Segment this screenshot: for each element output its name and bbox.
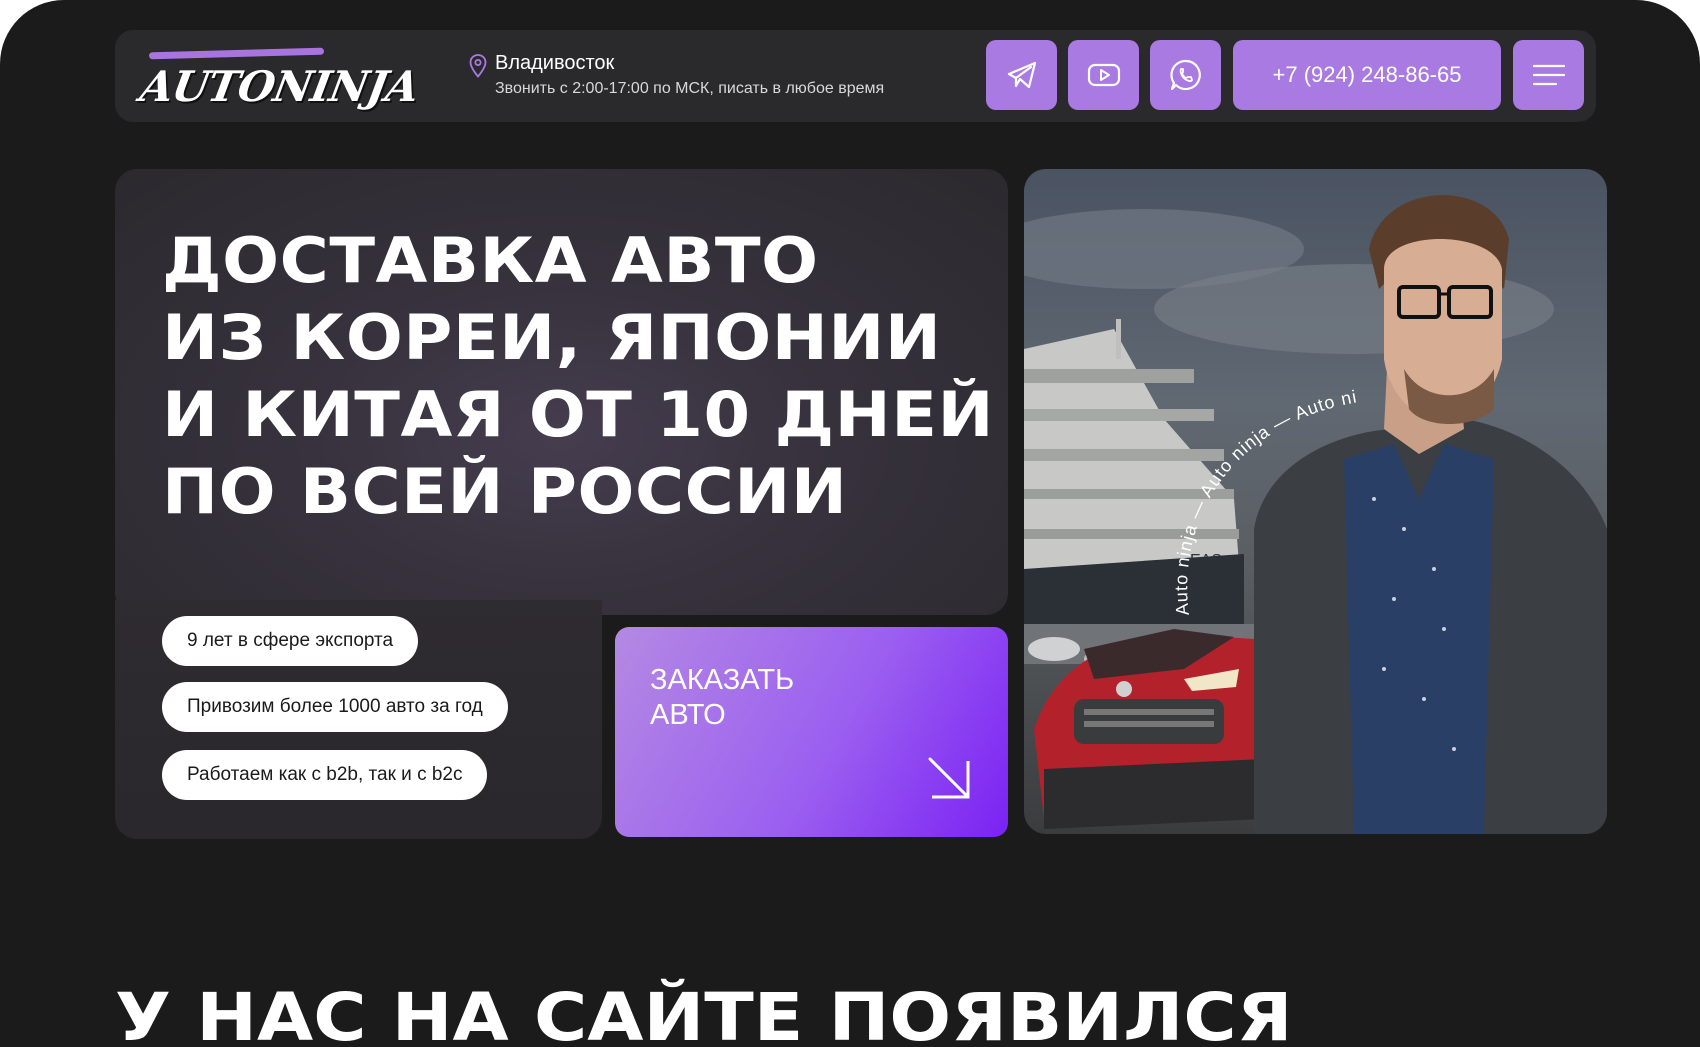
working-hours: Звонить с 2:00-17:00 по МСК, писать в лю… [495, 80, 885, 97]
page: AUTONINJA Владивосток Звонить с 2:00-17:… [0, 0, 1700, 1047]
hero-title-line: ДОСТАВКА АВТО [162, 224, 819, 297]
hero-photo-illustration: EAS [1024, 195, 1607, 834]
order-car-label: ЗАКАЗАТЬ АВТО [650, 663, 850, 733]
city-name: Владивосток [495, 52, 615, 74]
ship-image: EAS [1024, 319, 1244, 649]
youtube-button[interactable] [1068, 40, 1139, 110]
whatsapp-icon [1169, 59, 1201, 91]
hero-title-line: ИЗ КОРЕИ, ЯПОНИИ [162, 301, 942, 374]
menu-icon [1532, 64, 1565, 86]
feature-badge: Работаем как с b2b, так и с b2c [162, 750, 488, 800]
feature-badge: Привозим более 1000 авто за год [162, 682, 508, 732]
logo[interactable]: AUTONINJA [135, 40, 422, 116]
order-label-line: ЗАКАЗАТЬ [650, 664, 795, 696]
hero-title-line: И КИТАЯ ОТ 10 ДНЕЙ [162, 378, 995, 451]
phone-button[interactable]: +7 (924) 248-86-65 [1233, 40, 1501, 110]
hero-title: ДОСТАВКА АВТО ИЗ КОРЕИ, ЯПОНИИ И КИТАЯ О… [162, 222, 1048, 530]
logo-katana-stroke [148, 47, 325, 60]
whatsapp-button[interactable] [1150, 40, 1221, 110]
feature-badge: 9 лет в сфере экспорта [162, 616, 419, 666]
section-title: У НАС НА САЙТЕ ПОЯВИЛСЯ [115, 979, 1293, 1047]
logo-text: AUTONINJA [136, 62, 423, 111]
menu-button[interactable] [1513, 40, 1584, 110]
hero-title-line: ПО ВСЕЙ РОССИИ [162, 455, 848, 528]
order-car-button[interactable]: ЗАКАЗАТЬ АВТО [615, 627, 1008, 837]
youtube-icon [1087, 63, 1120, 87]
arrow-down-right-icon [928, 757, 970, 799]
telegram-icon [1007, 61, 1036, 89]
telegram-button[interactable] [986, 40, 1057, 110]
order-label-line: АВТО [650, 699, 726, 731]
location-pin-icon [469, 54, 487, 78]
hero-photo: EAS [1024, 169, 1607, 834]
site-header: AUTONINJA Владивосток Звонить с 2:00-17:… [115, 30, 1596, 122]
